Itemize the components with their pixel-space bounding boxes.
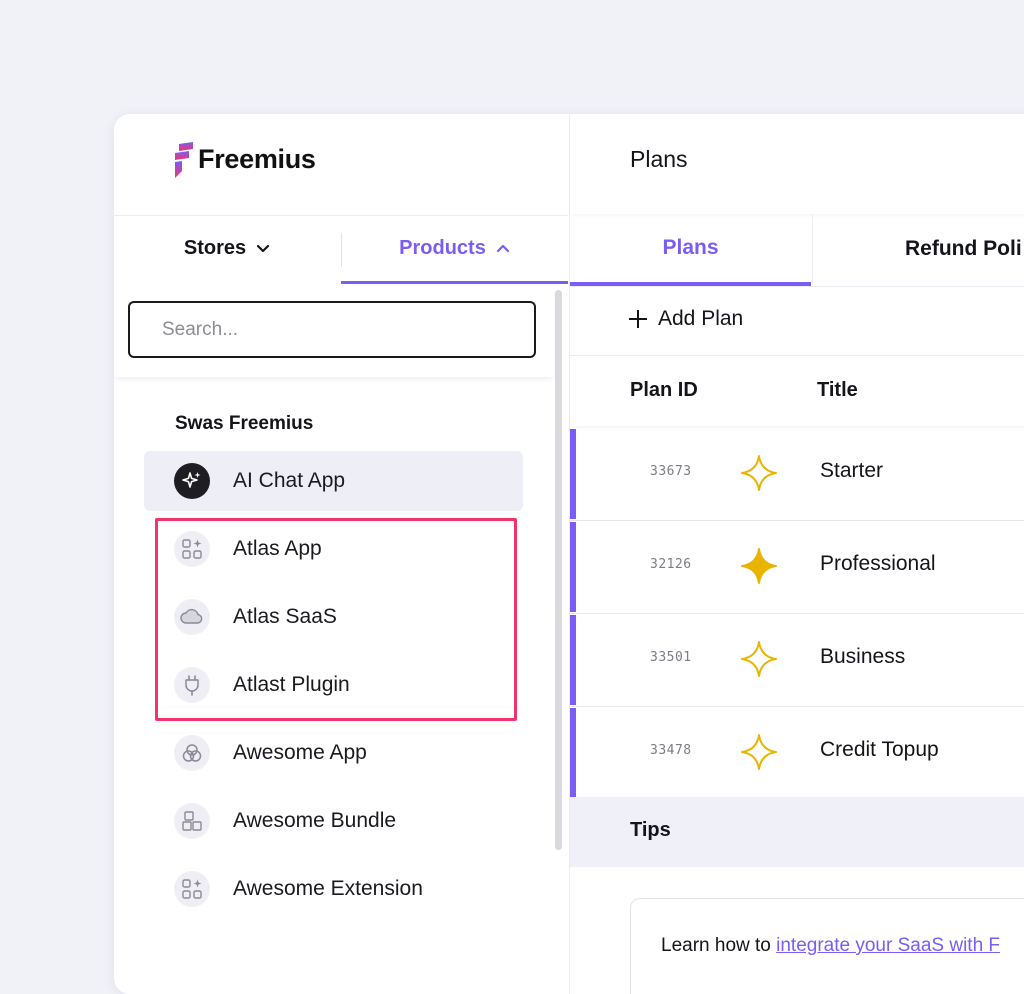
- add-plan-button[interactable]: Add Plan: [628, 307, 743, 331]
- tip-text-prefix: Learn how to: [661, 935, 777, 956]
- product-item-awesome-extension[interactable]: Awesome Extension: [144, 859, 523, 919]
- app-window: Freemius Stores Products Swas Freemius: [114, 114, 1024, 994]
- tip-text: Learn how to integrate your SaaS with F: [661, 935, 1000, 957]
- product-item-awesome-app[interactable]: Awesome App: [144, 723, 523, 783]
- product-label: Awesome App: [233, 741, 367, 764]
- search-input[interactable]: [128, 301, 536, 358]
- product-item-atlas-saas[interactable]: Atlas SaaS: [144, 587, 523, 647]
- plan-title: Credit Topup: [820, 738, 939, 761]
- logo-row: Freemius: [114, 114, 568, 216]
- product-label: AI Chat App: [233, 469, 346, 492]
- tab-stores-label: Stores: [183, 237, 247, 259]
- row-accent-bar: [570, 708, 576, 798]
- tab-products-label: Products: [399, 236, 486, 259]
- plan-title: Starter: [820, 459, 884, 482]
- add-plan-label: Add Plan: [658, 307, 744, 330]
- star-outline-icon: [741, 734, 777, 770]
- product-item-atlas-app[interactable]: Atlas App: [144, 519, 523, 579]
- product-label: Atlast Plugin: [233, 673, 350, 696]
- bundle-icon: [174, 803, 210, 839]
- table-row[interactable]: 33478 Credit Topup: [570, 707, 1024, 800]
- tab-stores[interactable]: Stores: [114, 215, 340, 282]
- sparkle-icon: [174, 463, 210, 499]
- plus-icon: [629, 310, 647, 328]
- cloud-icon: [174, 599, 210, 635]
- plug-icon: [174, 667, 210, 703]
- search-area: [114, 285, 554, 377]
- tab-refund-policy[interactable]: Refund Poli: [812, 214, 1024, 283]
- page-title: Plans: [630, 146, 688, 172]
- product-label: Atlas App: [233, 537, 322, 560]
- tab-plans[interactable]: Plans: [570, 214, 811, 286]
- tip-link[interactable]: integrate your SaaS with F: [776, 935, 1000, 956]
- product-label: Awesome Bundle: [233, 809, 397, 832]
- plan-title: Business: [820, 645, 906, 668]
- row-accent-bar: [570, 615, 576, 705]
- chevron-down-icon: [257, 244, 270, 252]
- star-outline-icon: [741, 641, 777, 677]
- tip-card: Learn how to integrate your SaaS with F: [630, 898, 1024, 994]
- table-header: Plan ID Title: [570, 356, 1024, 426]
- plan-id: 32126: [650, 557, 692, 572]
- tips-title: Tips: [630, 819, 671, 841]
- main-panel: Plans Plans Refund Poli Add Plan Plan ID…: [569, 114, 1024, 994]
- column-header-plan-id[interactable]: Plan ID: [630, 379, 698, 402]
- table-row[interactable]: 32126 Professional: [570, 521, 1024, 614]
- row-accent-bar: [570, 522, 576, 612]
- plan-id: 33501: [650, 650, 692, 665]
- sidebar: Freemius Stores Products Swas Freemius: [114, 114, 568, 994]
- product-label: Atlas SaaS: [233, 605, 337, 628]
- plans-table: 33673 Starter 32126 Professional 33501 B…: [570, 428, 1024, 800]
- store-group-title: Swas Freemius: [175, 413, 314, 434]
- main-header: Plans: [570, 114, 1024, 214]
- brand-name: Freemius: [198, 144, 316, 174]
- plan-id: 33673: [650, 464, 692, 479]
- product-list: AI Chat App Atlas App Atlas SaaS Atlast …: [144, 451, 523, 927]
- row-accent-bar: [570, 429, 576, 519]
- sidebar-scrollbar[interactable]: [555, 290, 562, 850]
- app-swirl-icon: [174, 735, 210, 771]
- table-row[interactable]: 33673 Starter: [570, 428, 1024, 521]
- sidebar-tabs: Stores Products: [114, 215, 568, 284]
- main-tabs: Plans Refund Poli: [570, 214, 1024, 287]
- product-item-awesome-bundle[interactable]: Awesome Bundle: [144, 791, 523, 851]
- star-outline-icon: [741, 455, 777, 491]
- plan-title: Professional: [820, 552, 936, 575]
- product-item-atlast-plugin[interactable]: Atlast Plugin: [144, 655, 523, 715]
- product-item-ai-chat-app[interactable]: AI Chat App: [144, 451, 523, 511]
- plan-id: 33478: [650, 743, 692, 758]
- freemius-logo-icon: [175, 142, 193, 178]
- table-row[interactable]: 33501 Business: [570, 614, 1024, 707]
- app-grid-icon: [174, 871, 210, 907]
- app-grid-icon: [174, 531, 210, 567]
- tips-section: Tips: [570, 797, 1024, 867]
- chevron-up-icon: [496, 244, 509, 253]
- toolbar: Add Plan: [570, 287, 1024, 356]
- star-filled-icon: [741, 548, 777, 584]
- tab-products[interactable]: Products: [341, 215, 568, 284]
- column-header-title[interactable]: Title: [817, 379, 858, 402]
- product-label: Awesome Extension: [233, 877, 423, 900]
